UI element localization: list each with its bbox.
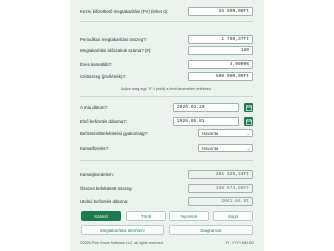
hint-text: Adjon meg egy "0"-t (nullt) a fenti isme…: [121, 87, 212, 91]
deposit-frequency-select[interactable]: Havonta ⌄: [198, 129, 253, 137]
calendar-icon: [245, 118, 252, 125]
first-deposit-calendar-button[interactable]: [244, 117, 253, 126]
calendar-icon: [245, 104, 252, 111]
last-deposit-date-label: Utolsó befizetés dátuma:: [80, 199, 129, 204]
target-amount-label: Célösszeg (jövőérték)?:: [80, 74, 127, 79]
help-button[interactable]: Súgó: [213, 211, 253, 221]
deposit-frequency-label: Befizetési/Befektetési gyakoriság?:: [80, 131, 149, 136]
initial-amount-input[interactable]: 33 500,00Ft: [188, 7, 253, 16]
interest-earned-output: 261 325,24Ft: [188, 170, 253, 179]
divider: [80, 96, 253, 97]
format-indicator: Ft : YYYY.MM.DD: [225, 241, 254, 245]
periodic-amount-input[interactable]: 1 700,37Ft: [188, 35, 253, 44]
initial-amount-label: Kezre kifizethető megtakarítási (FV) (le…: [80, 9, 169, 14]
periods-label: Megtakarítási időszakok száma? (#):: [80, 48, 152, 53]
divider: [80, 21, 253, 22]
interest-rate-label: Éves kamatláb?:: [80, 62, 113, 67]
start-date-label: A mai dátum?:: [80, 105, 109, 110]
calc-button[interactable]: Számít: [81, 211, 121, 221]
start-date-input[interactable]: 2026.03.20: [173, 103, 239, 112]
periods-input[interactable]: 180: [188, 46, 253, 55]
calculator-panel: Kezre kifizethető megtakarítási (FV) (le…: [70, 0, 264, 251]
total-deposits-output: 338 674,66Ft: [188, 184, 253, 193]
clear-button[interactable]: Töröl: [126, 211, 166, 221]
chevron-down-icon: ⌄: [246, 131, 250, 136]
target-amount-input[interactable]: 500 000,00Ft: [188, 72, 253, 81]
start-date-calendar-button[interactable]: [244, 103, 253, 112]
schedule-button[interactable]: Megtakarítási ütemterv: [81, 225, 164, 235]
total-deposits-label: Összes befektetett összeg:: [80, 186, 133, 191]
chevron-down-icon: ⌄: [246, 146, 250, 151]
divider: [80, 160, 253, 161]
compounding-label: Kamatfizetés?:: [80, 146, 110, 151]
first-deposit-date-label: Első befizetés dátuma?:: [80, 119, 127, 124]
interest-rate-input[interactable]: 4,0000%: [188, 60, 253, 69]
deposit-frequency-value: Havonta: [202, 131, 219, 136]
compounding-value: Havonta: [202, 146, 219, 151]
print-button[interactable]: Nyomtat: [169, 211, 209, 221]
first-deposit-date-input[interactable]: 2026.05.01: [173, 117, 239, 126]
chart-button[interactable]: Diagramok: [169, 225, 253, 235]
periodic-amount-label: Periodikus megtakarítási összeg?:: [80, 37, 147, 42]
last-deposit-date-output: 2041.04.01: [188, 197, 253, 206]
compounding-select[interactable]: Havonta ⌄: [198, 144, 253, 152]
copyright-text: ©2026 Pine Grove Software LLC, all right…: [80, 241, 164, 245]
interest-earned-label: Kamatjövedelem:: [80, 172, 114, 177]
